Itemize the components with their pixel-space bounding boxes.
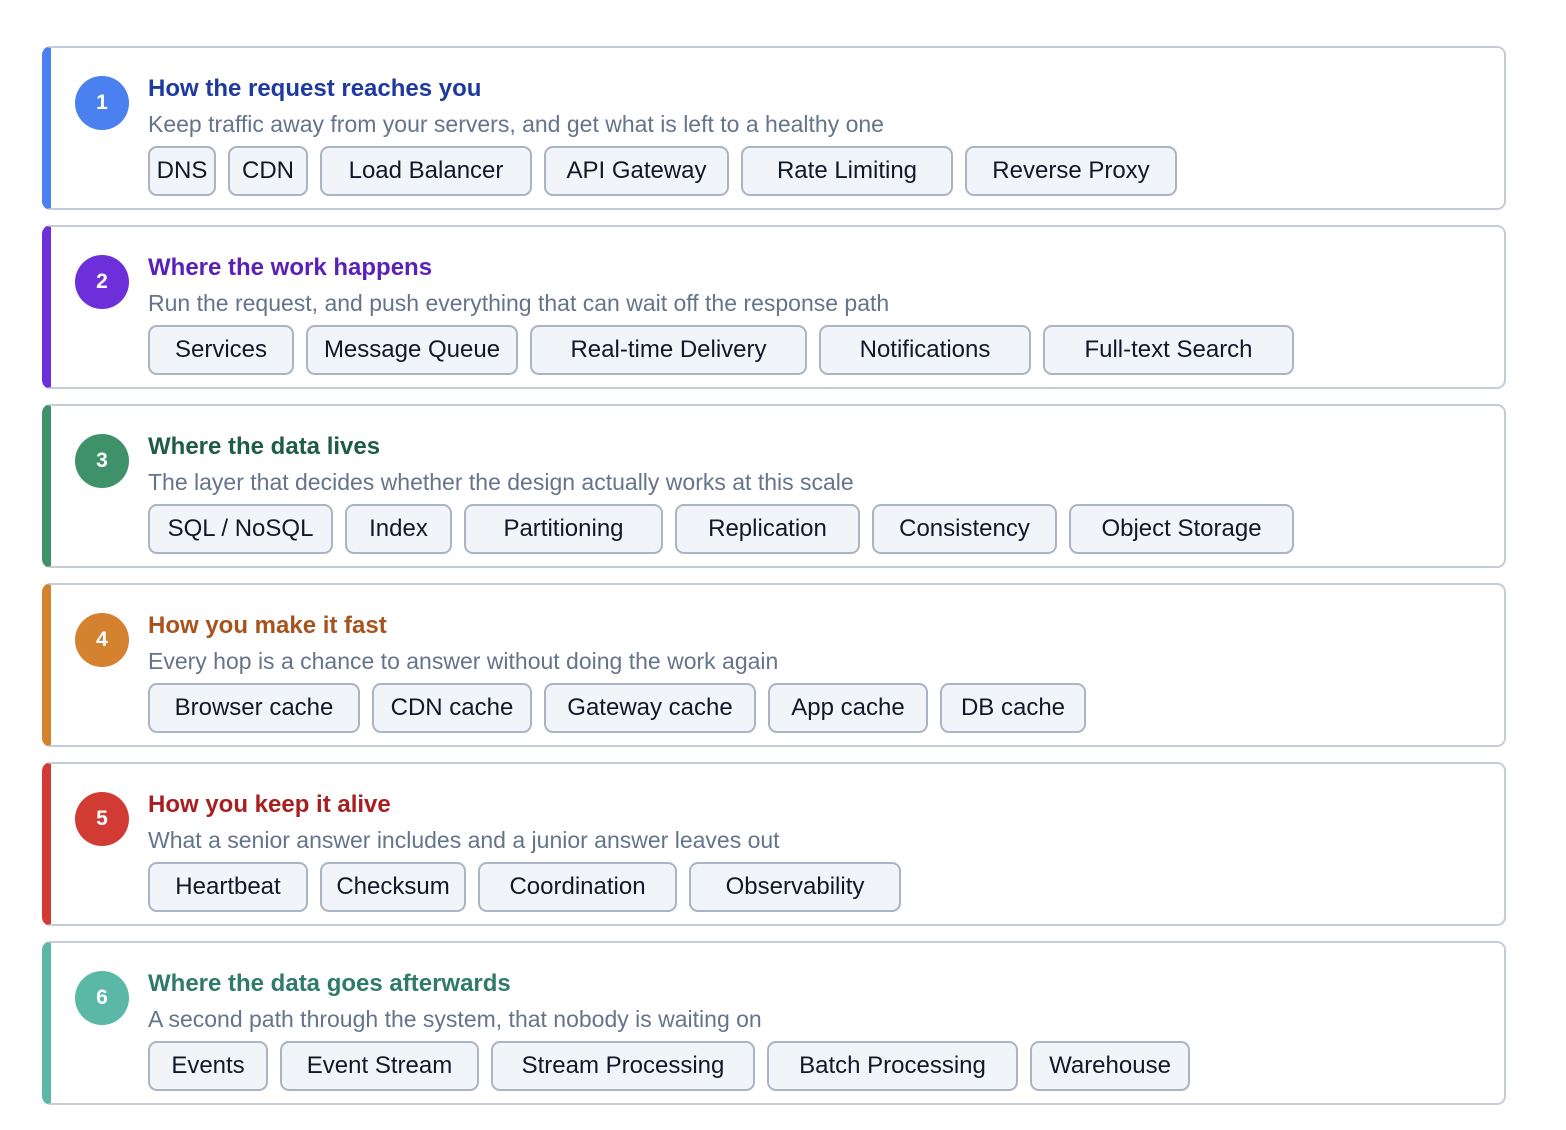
chip-row: Heartbeat Checksum Coordination Observabili… — [148, 862, 913, 914]
chip: Batch Processing — [767, 1041, 1018, 1091]
layer-title: How the request reaches you — [148, 75, 482, 102]
chip: SQL / NoSQL — [148, 504, 333, 554]
step-number-badge: 5 — [75, 792, 129, 846]
chip: Object Storage — [1069, 504, 1294, 554]
chip: Events — [148, 1041, 268, 1091]
layer-card: 1 How the request reaches you Keep traff… — [42, 46, 1506, 210]
chip: CDN cache — [372, 683, 532, 733]
step-number-badge: 4 — [75, 613, 129, 667]
chip: Real-time Delivery — [530, 325, 807, 375]
chip: CDN — [228, 146, 308, 196]
layer-subtitle: The layer that decides whether the desig… — [148, 469, 854, 495]
chip: DB cache — [940, 683, 1086, 733]
chip: Services — [148, 325, 294, 375]
layer-card: 6 Where the data goes afterwards A secon… — [42, 941, 1506, 1105]
chip: Warehouse — [1030, 1041, 1190, 1091]
layer-card: 5 How you keep it alive What a senior an… — [42, 762, 1506, 926]
chip: Observability — [689, 862, 901, 912]
chip-row: Browser cache CDN cache Gateway cache App c… — [148, 683, 1098, 735]
chip: Coordination — [478, 862, 677, 912]
chip: Event Stream — [280, 1041, 479, 1091]
layer-subtitle: Run the request, and push everything tha… — [148, 290, 890, 316]
chip: Partitioning — [464, 504, 663, 554]
step-number-badge: 6 — [75, 971, 129, 1025]
chip: Stream Processing — [491, 1041, 755, 1091]
step-number-badge: 1 — [75, 76, 129, 130]
chip-row: Events Event Stream Stream Processing Batch… — [148, 1041, 1202, 1093]
chip: Heartbeat — [148, 862, 308, 912]
chip: Index — [345, 504, 452, 554]
chip-row: DNS CDN Load Balancer API Gateway Rate Limit… — [148, 146, 1189, 198]
step-number-badge: 3 — [75, 434, 129, 488]
chip: App cache — [768, 683, 928, 733]
layer-subtitle: A second path through the system, that n… — [148, 1006, 762, 1032]
chip: Checksum — [320, 862, 466, 912]
layer-title: How you make it fast — [148, 612, 387, 639]
chip: Replication — [675, 504, 860, 554]
chip: Reverse Proxy — [965, 146, 1177, 196]
step-number-badge: 2 — [75, 255, 129, 309]
chip: Message Queue — [306, 325, 518, 375]
chip: Full-text Search — [1043, 325, 1294, 375]
layer-title: Where the data lives — [148, 433, 381, 460]
chip: Gateway cache — [544, 683, 756, 733]
chip: Rate Limiting — [741, 146, 953, 196]
layer-card: 3 Where the data lives The layer that de… — [42, 404, 1506, 568]
chip: Notifications — [819, 325, 1031, 375]
layer-title: How you keep it alive — [148, 791, 391, 818]
chip: Browser cache — [148, 683, 360, 733]
layer-subtitle: Every hop is a chance to answer without … — [148, 648, 779, 674]
layer-title: Where the work happens — [148, 254, 433, 281]
layer-title: Where the data goes afterwards — [148, 970, 511, 997]
layer-subtitle: What a senior answer includes and a juni… — [148, 827, 780, 853]
layer-card: 4 How you make it fast Every hop is a ch… — [42, 583, 1506, 747]
chip: DNS — [148, 146, 216, 196]
layer-subtitle: Keep traffic away from your servers, and… — [148, 111, 884, 137]
chip-row: Services Message Queue Real-time Delivery N… — [148, 325, 1306, 377]
layer-stack: 1 How the request reaches you Keep traff… — [42, 46, 1506, 1105]
chip: Load Balancer — [320, 146, 532, 196]
chip: Consistency — [872, 504, 1057, 554]
chip-row: SQL / NoSQL Index Partitioning Replication C… — [148, 504, 1306, 556]
layer-card: 2 Where the work happens Run the request… — [42, 225, 1506, 389]
chip: API Gateway — [544, 146, 729, 196]
